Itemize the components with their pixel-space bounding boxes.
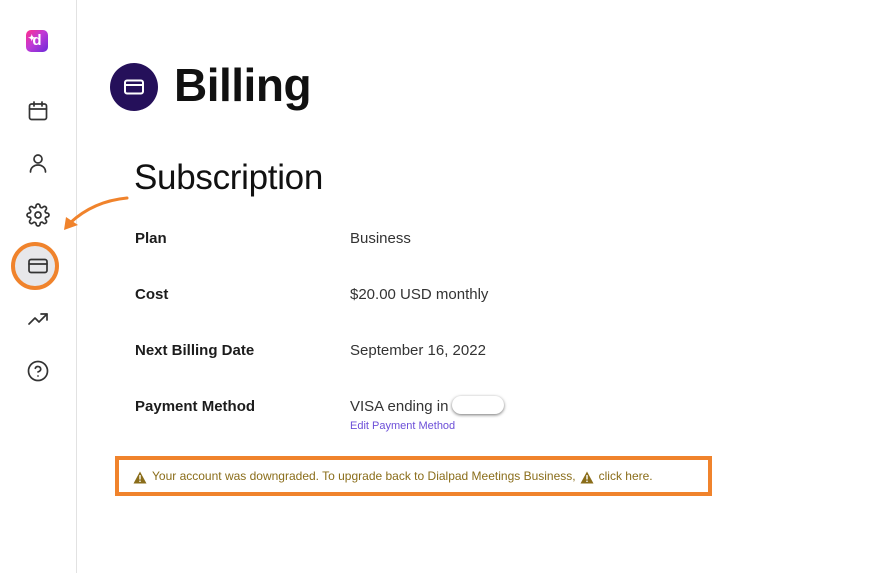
section-title-subscription: Subscription: [134, 158, 324, 197]
annotation-arrow: [64, 196, 129, 230]
payment-method-text: VISA ending in: [350, 398, 449, 415]
gear-icon: [26, 203, 50, 227]
help-icon: [27, 360, 49, 382]
downgrade-warning-banner: Your account was downgraded. To upgrade …: [115, 456, 712, 496]
redacted-card-number: [452, 396, 505, 415]
sidebar-nav: ✦ d: [0, 0, 77, 573]
sidebar-item-analytics[interactable]: [24, 305, 52, 333]
warning-text: Your account was downgraded. To upgrade …: [152, 469, 576, 483]
payment-method-label: Payment Method: [135, 398, 256, 415]
next-billing-date-label: Next Billing Date: [135, 342, 255, 359]
warning-icon: [580, 471, 594, 483]
upgrade-link[interactable]: click here.: [599, 469, 653, 483]
sparkle-icon: ✦: [28, 33, 36, 43]
edit-payment-method-link[interactable]: Edit Payment Method: [350, 420, 455, 432]
calendar-icon: [28, 101, 48, 121]
trending-up-icon: [28, 313, 48, 325]
next-billing-date-value: September 16, 2022: [350, 342, 486, 359]
sidebar-item-calendar[interactable]: [24, 97, 52, 125]
user-icon: [29, 154, 47, 173]
plan-value: Business: [350, 230, 411, 247]
warning-icon: [133, 471, 147, 483]
sidebar-item-billing[interactable]: [24, 252, 52, 280]
page-title: Billing: [174, 59, 312, 111]
sidebar-item-help[interactable]: [24, 357, 52, 385]
sidebar-item-account[interactable]: [24, 149, 52, 177]
credit-card-icon: [124, 79, 144, 95]
billing-title-icon: [110, 63, 158, 111]
plan-label: Plan: [135, 230, 167, 247]
payment-method-value: VISA ending in: [350, 396, 505, 416]
dialpad-logo[interactable]: ✦ d: [26, 30, 48, 52]
sidebar-item-settings[interactable]: [24, 201, 52, 229]
cost-value: $20.00 USD monthly: [350, 286, 489, 303]
cost-label: Cost: [135, 286, 169, 303]
credit-card-icon: [28, 258, 48, 274]
